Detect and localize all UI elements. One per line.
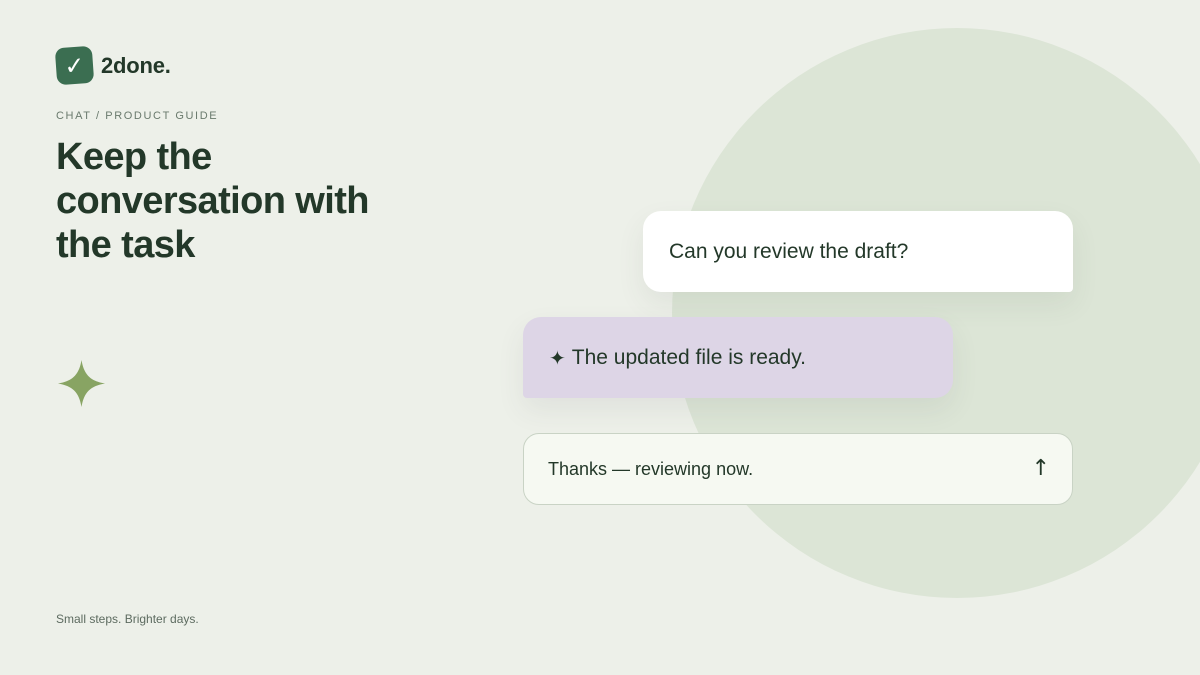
ai-message-bubble: ✦ The updated file is ready. — [523, 317, 953, 398]
checkmark-logo-icon: ✓ — [54, 45, 95, 86]
send-arrow-icon[interactable]: ↑ — [1032, 458, 1050, 480]
eyebrow-label: CHAT / PRODUCT GUIDE — [56, 110, 219, 122]
tagline: Small steps. Brighter days. — [56, 612, 199, 626]
ai-message-text: The updated file is ready. — [571, 345, 807, 369]
four-point-star-icon — [57, 359, 106, 408]
page-title: Keep the conversation with the task — [56, 136, 369, 266]
incoming-message-bubble: Can you review the draft? — [643, 211, 1073, 292]
background-circle — [672, 28, 1200, 598]
composer-input-text[interactable]: Thanks — reviewing now. — [548, 459, 753, 480]
message-composer[interactable]: Thanks — reviewing now. ↑ — [523, 433, 1073, 505]
sparkle-icon: ✦ — [549, 345, 566, 370]
brand-name: 2done. — [101, 52, 171, 78]
brand: ✓ 2done. — [54, 45, 171, 86]
incoming-message-text: Can you review the draft? — [669, 239, 909, 263]
